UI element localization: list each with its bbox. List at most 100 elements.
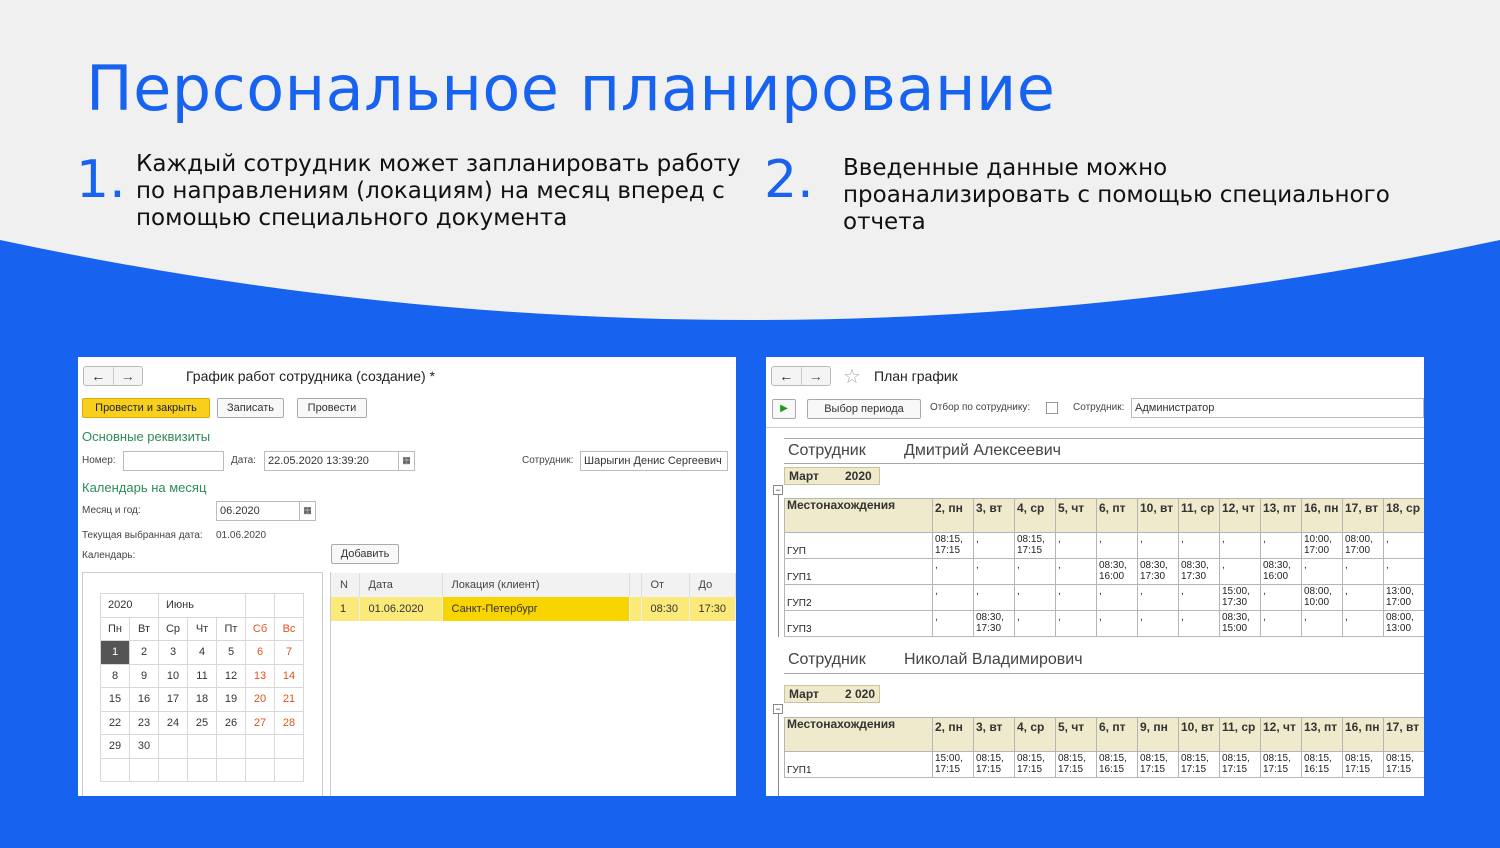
schedule-cell: ,	[1219, 532, 1261, 559]
calendar-day[interactable]: 9	[129, 663, 159, 688]
calendar-day[interactable]: 15	[100, 687, 130, 712]
add-button[interactable]: Добавить	[331, 544, 399, 564]
collapse-icon[interactable]: −	[773, 485, 783, 495]
calendar-day[interactable]: 29	[100, 734, 130, 759]
day-header: 3, вт	[973, 498, 1015, 533]
schedule-table-2: Местонахождения 2, пн 3, вт 4, ср 5, чт 6, пт…	[784, 717, 1424, 778]
calendar-day[interactable]: 23	[129, 710, 159, 735]
grid-cell[interactable]: Санкт-Петербург	[442, 597, 630, 621]
save-button[interactable]: Записать	[217, 398, 284, 418]
calendar-day[interactable]: 4	[187, 640, 217, 665]
calendar-day[interactable]: 25	[187, 710, 217, 735]
post-and-close-button[interactable]: Провести и закрыть	[82, 398, 210, 418]
employee-field[interactable]: Администратор	[1131, 398, 1424, 418]
calendar-day[interactable]: 2	[129, 640, 159, 665]
calendar-month[interactable]: Июнь	[158, 593, 246, 618]
calendar-day[interactable]: 11	[187, 663, 217, 688]
post-button[interactable]: Провести	[297, 398, 367, 418]
calendar-day[interactable]: 16	[129, 687, 159, 712]
calendar-day[interactable]: 17	[158, 687, 188, 712]
grid-cell[interactable]: 1	[331, 597, 360, 621]
calendar-day[interactable]: 13	[245, 663, 275, 688]
grid-header[interactable]: N	[331, 573, 360, 597]
grid-cell[interactable]: 17:30	[689, 597, 736, 621]
forward-arrow-icon[interactable]: →	[114, 367, 143, 385]
grid-cell[interactable]	[629, 597, 642, 621]
grid-header[interactable]: Локация (клиент)	[442, 573, 630, 597]
calendar-icon[interactable]: ▦	[398, 452, 414, 470]
calendar-day[interactable]: 3	[158, 640, 188, 665]
calendar-day[interactable]: 1	[100, 640, 130, 665]
report-employee-name: Николай Владимирович	[904, 651, 1083, 668]
schedule-cell: 08:15, 17:15	[1219, 751, 1261, 778]
forward-arrow-icon[interactable]: →	[802, 367, 831, 385]
day-header: 17, вт	[1383, 717, 1424, 752]
calendar-day[interactable]: 7	[274, 640, 304, 665]
calendar-day[interactable]: 12	[216, 663, 246, 688]
calendar-day[interactable]: 18	[187, 687, 217, 712]
number-field[interactable]	[123, 451, 224, 471]
schedule-cell: ,	[1301, 610, 1343, 637]
weekday-header: Чт	[187, 616, 217, 641]
schedule-cell: 08:30, 17:30	[973, 610, 1015, 637]
divider	[784, 463, 1424, 464]
schedule-cell: ,	[1342, 610, 1384, 637]
back-arrow-icon[interactable]: ←	[84, 367, 114, 385]
select-period-button[interactable]: Выбор периода	[807, 399, 921, 419]
current-date-label: Текущая выбранная дата:	[82, 530, 203, 541]
schedule-cell: ,	[1178, 610, 1220, 637]
calendar-day[interactable]: 22	[100, 710, 130, 735]
schedule-cell: 08:15, 17:15	[1137, 751, 1179, 778]
grid-header[interactable]	[629, 573, 642, 597]
grid-header[interactable]: До	[689, 573, 736, 597]
schedule-document-window: ← → График работ сотрудника (создание) *…	[78, 357, 736, 796]
employee-field[interactable]: Шарыгин Денис Сергеевич	[580, 451, 728, 471]
calendar-day[interactable]: 30	[129, 734, 159, 759]
calendar-day[interactable]: 10	[158, 663, 188, 688]
day-header: 4, ср	[1014, 498, 1056, 533]
calendar-day[interactable]: 20	[245, 687, 275, 712]
schedule-cell: ,	[1178, 584, 1220, 611]
schedule-cell: ,	[1014, 584, 1056, 611]
grid-header[interactable]: От	[641, 573, 690, 597]
calendar-day[interactable]: 6	[245, 640, 275, 665]
schedule-cell: ,	[1383, 558, 1424, 585]
calendar-day[interactable]: 19	[216, 687, 246, 712]
tree-line	[778, 495, 779, 637]
weekday-header: Вс	[274, 616, 304, 641]
day-header: 11, ср	[1178, 498, 1220, 533]
calendar-day[interactable]: 28	[274, 710, 304, 735]
grid-cell[interactable]: 08:30	[641, 597, 690, 621]
schedule-cell: ,	[1055, 532, 1097, 559]
point-2-line: проанализировать с помощью специального	[843, 182, 1390, 208]
back-arrow-icon[interactable]: ←	[772, 367, 802, 385]
calendar-day[interactable]: 21	[274, 687, 304, 712]
schedule-cell: ,	[1301, 558, 1343, 585]
calendar-day[interactable]: 14	[274, 663, 304, 688]
calendar-icon[interactable]: ▦	[299, 502, 315, 520]
calendar-year[interactable]: 2020	[100, 593, 159, 618]
day-header: 10, вт	[1178, 717, 1220, 752]
calendar-day[interactable]: 27	[245, 710, 275, 735]
calendar-day[interactable]: 24	[158, 710, 188, 735]
month-year-value: 06.2020	[220, 505, 260, 517]
collapse-icon[interactable]: −	[773, 704, 783, 714]
report-month-box: Март 2020	[784, 467, 880, 485]
day-header: 6, пт	[1096, 717, 1138, 752]
date-field[interactable]: 22.05.2020 13:39:20 ▦	[264, 451, 415, 471]
month-year-field[interactable]: 06.2020 ▦	[216, 501, 316, 521]
table-row[interactable]: 1 01.06.2020 Санкт-Петербург 08:30 17:30	[331, 597, 736, 621]
location-cell: ГУП2	[784, 584, 933, 611]
calendar-day[interactable]: 26	[216, 710, 246, 735]
point-1-line: помощью специального документа	[136, 205, 568, 231]
calendar-day[interactable]: 8	[100, 663, 130, 688]
star-icon[interactable]: ☆	[843, 364, 861, 389]
grid-header[interactable]: Дата	[359, 573, 443, 597]
grid-cell[interactable]: 01.06.2020	[359, 597, 443, 621]
point-2-text: Введенные данные можно проанализировать …	[843, 155, 1443, 236]
schedule-cell: ,	[1096, 532, 1138, 559]
calendar-day[interactable]: 5	[216, 640, 246, 665]
run-icon[interactable]: ▶	[772, 399, 796, 419]
filter-checkbox[interactable]	[1046, 402, 1058, 414]
locations-grid: N Дата Локация (клиент) От До 1 01.06.20…	[331, 573, 736, 621]
